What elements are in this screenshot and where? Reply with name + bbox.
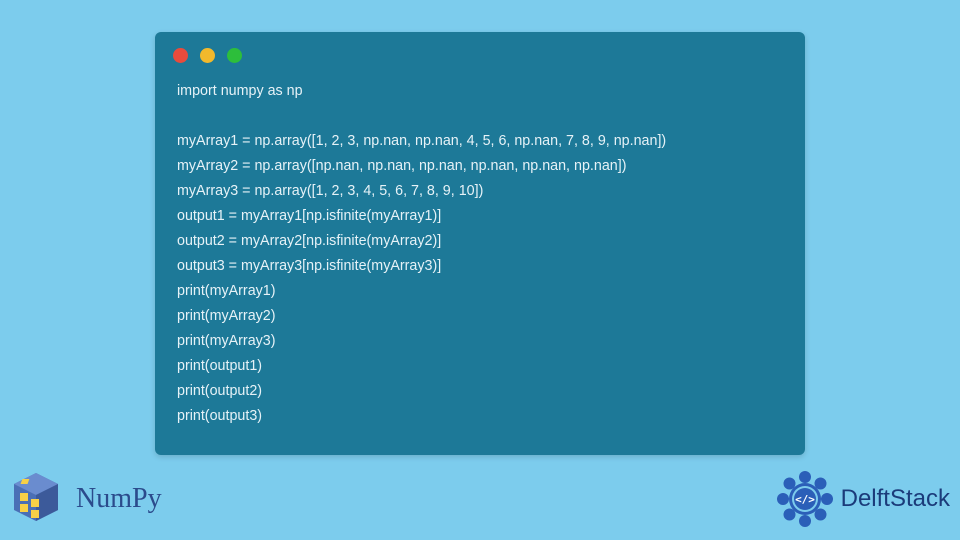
maximize-dot-icon <box>227 48 242 63</box>
delftstack-badge-icon: </> <box>775 469 835 529</box>
footer: NumPy <box>0 460 960 538</box>
code-line: print(myArray2) <box>177 308 276 324</box>
numpy-cube-icon <box>6 469 66 529</box>
code-line: output3 = myArray3[np.isfinite(myArray3)… <box>177 258 441 274</box>
code-line: print(output1) <box>177 358 262 374</box>
svg-text:</>: </> <box>795 493 815 506</box>
close-dot-icon <box>173 48 188 63</box>
code-line: print(myArray1) <box>177 283 276 299</box>
code-line: output2 = myArray2[np.isfinite(myArray2)… <box>177 233 441 249</box>
code-line: print(myArray3) <box>177 333 276 349</box>
minimize-dot-icon <box>200 48 215 63</box>
delftstack-label: DelftStack <box>841 485 950 513</box>
code-line: myArray2 = np.array([np.nan, np.nan, np.… <box>177 158 626 174</box>
code-line: print(output2) <box>177 383 262 399</box>
numpy-logo: NumPy <box>6 469 162 529</box>
delftstack-logo: </> DelftStack <box>775 469 950 529</box>
window-controls <box>155 32 805 73</box>
code-line: print(output3) <box>177 408 262 424</box>
code-line: myArray3 = np.array([1, 2, 3, 4, 5, 6, 7… <box>177 183 483 199</box>
code-line: myArray1 = np.array([1, 2, 3, np.nan, np… <box>177 133 666 149</box>
numpy-label: NumPy <box>76 483 162 515</box>
code-block: import numpy as np myArray1 = np.array([… <box>155 73 805 455</box>
code-line: import numpy as np <box>177 83 303 99</box>
code-window: import numpy as np myArray1 = np.array([… <box>155 32 805 455</box>
code-line: output1 = myArray1[np.isfinite(myArray1)… <box>177 208 441 224</box>
